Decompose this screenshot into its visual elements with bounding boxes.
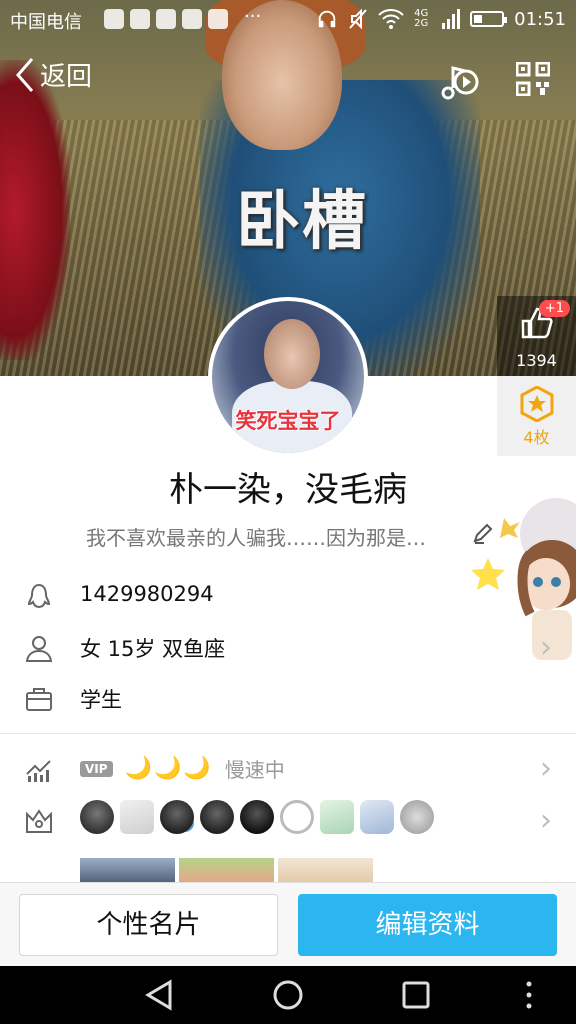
penguin-crown-badge <box>240 800 274 834</box>
system-nav-bar <box>0 966 576 1024</box>
wifi-icon <box>378 9 404 29</box>
occupation: 学生 <box>80 688 122 712</box>
status-right: 4G 2G 01:51 <box>316 8 566 30</box>
vip-row[interactable]: VIP 🌙🌙🌙 慢速中 › <box>0 744 576 794</box>
qr-code-icon[interactable] <box>516 62 550 96</box>
lightning-badge <box>400 800 434 834</box>
basic-info-row[interactable]: 女 15岁 双鱼座 › <box>0 623 576 673</box>
vip-info: VIP 🌙🌙🌙 慢速中 <box>80 754 285 783</box>
network-type: 4G 2G <box>414 8 429 29</box>
penguin-star-badge <box>160 800 194 834</box>
qq-number: 1429980294 <box>80 582 214 606</box>
person-icon <box>25 636 53 662</box>
recents-square-icon[interactable] <box>399 978 433 1012</box>
diamond-badge <box>120 800 154 834</box>
notification-icons <box>104 9 228 29</box>
cover-red-shape <box>0 60 70 360</box>
crown-icon <box>26 809 52 833</box>
green-diamond-badge <box>320 800 354 834</box>
medal-wall-button[interactable]: 4枚 <box>497 376 576 456</box>
level-up-icon <box>26 760 51 782</box>
cloud-badge <box>280 800 314 834</box>
carrier-name: 中国电信 <box>10 12 82 33</box>
signature[interactable]: 我不喜欢最亲的人骗我……因为那是… <box>86 522 466 551</box>
like-counter[interactable]: +1 1394 <box>497 296 576 376</box>
status-bar: 中国电信 ··· 4G 2G 01:51 <box>0 0 576 40</box>
back-label: 返回 <box>40 62 93 92</box>
penguin-lightning-badge <box>200 800 234 834</box>
vip-tag: VIP <box>80 760 113 777</box>
qq-penguin-icon <box>27 583 51 609</box>
profile-card-button[interactable]: 个性名片 <box>19 894 278 956</box>
vip-status: 慢速中 <box>224 758 285 782</box>
photo-thumbnail[interactable] <box>80 858 175 884</box>
app-notification-icon <box>182 9 202 29</box>
app-notification-icon <box>104 9 124 29</box>
photo-thumbnail[interactable] <box>278 858 373 884</box>
star-badge <box>360 800 394 834</box>
medal-icon <box>520 385 554 423</box>
more-vertical-icon[interactable] <box>512 978 546 1012</box>
photo-strip[interactable] <box>80 858 373 884</box>
chevron-right-icon: › <box>540 630 552 665</box>
medal-count: 4枚 <box>523 428 550 447</box>
headphones-icon <box>318 10 336 28</box>
music-play-icon[interactable] <box>440 60 480 100</box>
battery-level <box>474 15 482 23</box>
like-count: 1394 <box>516 351 557 370</box>
qq-penguin-badge <box>80 800 114 834</box>
qq-number-row: 1429980294 <box>0 572 576 622</box>
chevron-right-icon: › <box>540 803 552 838</box>
cover-caption: 卧槽 <box>236 185 368 259</box>
chevron-right-icon: › <box>540 751 552 786</box>
signal-icon <box>442 9 461 29</box>
clock: 01:51 <box>514 8 566 30</box>
mute-icon <box>349 8 367 30</box>
bottom-action-bar: 个性名片 编辑资料 <box>0 882 576 966</box>
avatar[interactable]: 笑死宝宝了 <box>208 297 368 457</box>
home-circle-icon[interactable] <box>271 978 305 1012</box>
occupation-row: 学生 <box>0 674 576 724</box>
more-notifications-icon: ··· <box>244 6 262 27</box>
avatar-face <box>264 319 320 389</box>
like-increment-badge: +1 <box>538 300 570 317</box>
top-nav: 返回 <box>0 56 576 104</box>
app-notification-icon <box>130 9 150 29</box>
photo-thumbnail[interactable] <box>179 858 274 884</box>
back-triangle-icon[interactable] <box>142 978 176 1012</box>
section-divider <box>0 733 576 734</box>
privilege-badges <box>80 800 434 834</box>
back-button[interactable]: 返回 <box>14 56 92 93</box>
level-moons: 🌙🌙🌙 <box>124 756 213 781</box>
app-notification-icon <box>208 9 228 29</box>
chevron-left-icon <box>16 57 34 92</box>
edit-profile-button[interactable]: 编辑资料 <box>298 894 557 956</box>
gallery-notification-icon <box>156 9 176 29</box>
avatar-overlay-text: 笑死宝宝了 <box>235 409 341 433</box>
battery-icon <box>470 11 508 27</box>
briefcase-icon <box>26 688 52 711</box>
basic-info: 女 15岁 双鱼座 <box>80 637 226 661</box>
